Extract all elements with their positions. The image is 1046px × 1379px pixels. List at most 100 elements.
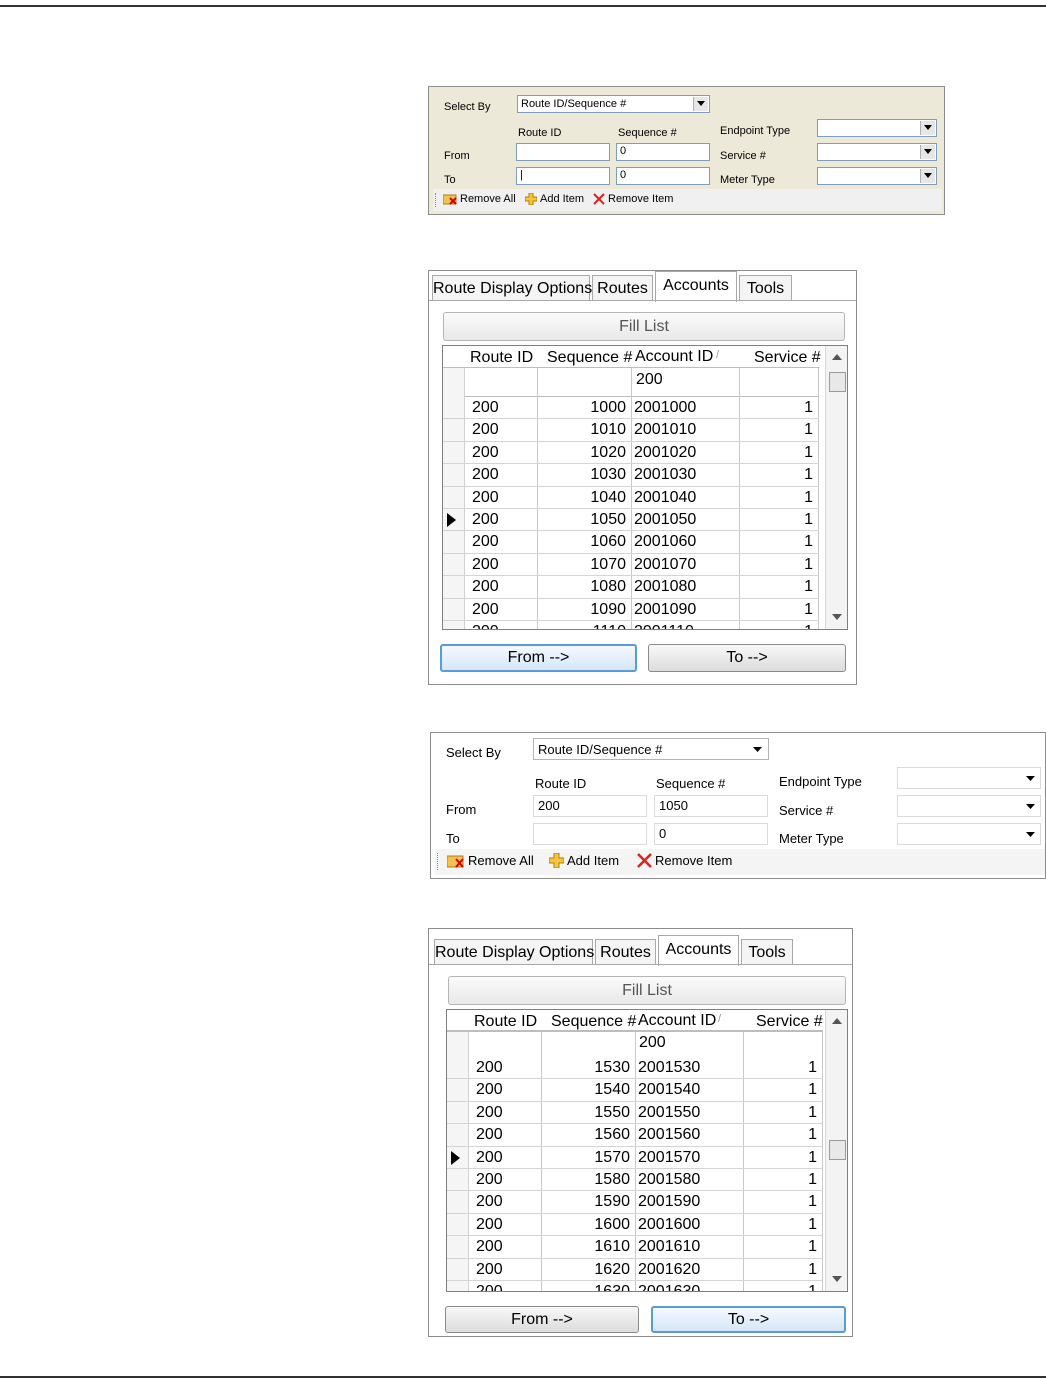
table-row[interactable]: 200 1540 2001540 1 bbox=[447, 1079, 823, 1102]
column-header-account-id[interactable]: Account ID bbox=[635, 348, 713, 366]
table-row[interactable]: 200 1560 2001560 1 bbox=[447, 1124, 823, 1147]
add-item-button[interactable]: Add Item bbox=[549, 853, 619, 868]
from-label: From bbox=[446, 802, 477, 817]
service-dropdown[interactable] bbox=[897, 795, 1041, 817]
sequence-cell: 1560 bbox=[594, 1126, 630, 1144]
filter-account-id[interactable]: 200 bbox=[636, 371, 663, 389]
vertical-scrollbar[interactable] bbox=[825, 1010, 847, 1291]
tab-accounts[interactable]: Accounts bbox=[658, 935, 739, 966]
tab-accounts[interactable]: Accounts bbox=[655, 271, 737, 302]
from-route-id-input[interactable]: 200 bbox=[533, 795, 647, 817]
endpoint-type-dropdown[interactable] bbox=[817, 119, 937, 137]
scroll-thumb[interactable] bbox=[829, 372, 846, 392]
route-id-cell: 200 bbox=[472, 511, 499, 528]
meter-type-label: Meter Type bbox=[720, 174, 775, 186]
to-button[interactable]: To --> bbox=[648, 644, 846, 672]
scroll-up-icon[interactable] bbox=[832, 354, 842, 360]
table-row[interactable]: 200 1590 2001590 1 bbox=[447, 1191, 823, 1214]
scroll-down-icon[interactable] bbox=[832, 1276, 842, 1282]
account-id-cell: 2001550 bbox=[638, 1103, 701, 1121]
to-route-id-input[interactable] bbox=[533, 823, 647, 845]
tab-route-display-options[interactable]: Route Display Options bbox=[432, 275, 592, 301]
tab-tools[interactable]: Tools bbox=[741, 939, 793, 965]
chevron-down-icon[interactable] bbox=[1026, 804, 1035, 809]
table-row[interactable]: 200 1020 2001020 1 bbox=[443, 442, 819, 465]
folder-remove-icon bbox=[447, 855, 464, 868]
table-row[interactable]: 200 1550 2001550 1 bbox=[447, 1102, 823, 1125]
account-id-cell: 2001030 bbox=[634, 466, 697, 484]
to-button[interactable]: To --> bbox=[651, 1306, 846, 1333]
from-route-id-input[interactable] bbox=[516, 143, 610, 161]
vertical-scrollbar[interactable] bbox=[825, 346, 847, 629]
endpoint-type-dropdown[interactable] bbox=[897, 767, 1041, 789]
table-row[interactable]: 200 1580 2001580 1 bbox=[447, 1169, 823, 1192]
scroll-up-icon[interactable] bbox=[832, 1018, 842, 1024]
column-header-service[interactable]: Service # bbox=[754, 349, 821, 367]
remove-item-button[interactable]: Remove Item bbox=[593, 193, 673, 205]
tab-route-display-options[interactable]: Route Display Options bbox=[434, 939, 594, 965]
account-id-cell: 2001050 bbox=[634, 511, 697, 528]
remove-all-button[interactable]: Remove All bbox=[447, 853, 534, 868]
route-id-cell: 200 bbox=[476, 1171, 503, 1188]
meter-type-dropdown[interactable] bbox=[897, 823, 1041, 845]
to-route-id-input[interactable]: | bbox=[516, 167, 610, 185]
chevron-down-icon[interactable] bbox=[920, 145, 935, 159]
select-by-dropdown[interactable]: Route ID/Sequence # bbox=[533, 738, 769, 760]
table-row[interactable]: 200 1530 2001530 1 bbox=[447, 1057, 823, 1080]
table-row[interactable]: 200 1070 2001070 1 bbox=[443, 554, 819, 577]
tab-tools[interactable]: Tools bbox=[739, 275, 792, 301]
table-row[interactable]: 200 1600 2001600 1 bbox=[447, 1214, 823, 1237]
route-id-cell: 200 bbox=[476, 1215, 503, 1233]
scroll-thumb[interactable] bbox=[829, 1140, 846, 1160]
service-cell: 1 bbox=[808, 1193, 817, 1211]
account-id-cell: 2001630 bbox=[638, 1283, 701, 1292]
remove-all-button[interactable]: Remove All bbox=[443, 193, 516, 205]
table-row[interactable]: 200 1610 2001610 1 bbox=[447, 1236, 823, 1259]
to-label: To bbox=[446, 831, 460, 846]
table-row[interactable]: 200 1000 2001000 1 bbox=[443, 397, 819, 420]
meter-type-label: Meter Type bbox=[779, 831, 844, 846]
remove-item-button[interactable]: Remove Item bbox=[637, 853, 732, 868]
table-row[interactable]: 200 1630 2001630 1 bbox=[447, 1281, 823, 1292]
account-id-cell: 2001090 bbox=[634, 600, 697, 618]
chevron-down-icon[interactable] bbox=[753, 747, 762, 752]
from-sequence-input[interactable]: 1050 bbox=[654, 795, 768, 817]
service-dropdown[interactable] bbox=[817, 143, 937, 161]
to-sequence-input[interactable]: 0 bbox=[654, 823, 768, 845]
table-row[interactable]: 200 1080 2001080 1 bbox=[443, 576, 819, 599]
route-id-label: Route ID bbox=[518, 127, 562, 139]
chevron-down-icon[interactable] bbox=[920, 121, 935, 135]
table-row[interactable]: 200 1010 2001010 1 bbox=[443, 419, 819, 442]
from-sequence-input[interactable]: 0 bbox=[616, 143, 710, 161]
meter-type-dropdown[interactable] bbox=[817, 167, 937, 185]
to-sequence-input[interactable]: 0 bbox=[616, 167, 710, 185]
sequence-cell: 1110 bbox=[538, 622, 629, 629]
fill-list-button[interactable]: Fill List bbox=[443, 312, 845, 341]
column-header-sequence[interactable]: Sequence # bbox=[547, 349, 632, 367]
add-item-button[interactable]: Add Item bbox=[525, 193, 584, 205]
from-button[interactable]: From --> bbox=[445, 1306, 639, 1333]
table-row[interactable]: 200 1090 2001090 1 bbox=[443, 599, 819, 621]
sequence-cell: 1580 bbox=[594, 1171, 630, 1188]
table-row[interactable]: 200 1570 2001570 1 bbox=[447, 1147, 823, 1169]
sequence-cell: 1070 bbox=[590, 555, 626, 573]
chevron-down-icon[interactable] bbox=[920, 169, 935, 183]
service-cell: 1 bbox=[804, 533, 813, 551]
table-row[interactable]: 200 1060 2001060 1 bbox=[443, 531, 819, 554]
account-id-cell: 2001600 bbox=[638, 1215, 701, 1233]
table-row[interactable]: 200111020011101 bbox=[443, 621, 819, 629]
table-row[interactable]: 200 1040 2001040 1 bbox=[443, 487, 819, 509]
scroll-down-icon[interactable] bbox=[832, 614, 842, 620]
tab-routes[interactable]: Routes bbox=[595, 939, 656, 965]
fill-list-button[interactable]: Fill List bbox=[448, 976, 846, 1005]
chevron-down-icon[interactable] bbox=[1026, 776, 1035, 781]
select-by-dropdown[interactable]: Route ID/Sequence # bbox=[517, 95, 710, 113]
tab-routes[interactable]: Routes bbox=[592, 275, 653, 301]
table-row[interactable]: 200 1620 2001620 1 bbox=[447, 1259, 823, 1281]
column-header-route-id[interactable]: Route ID bbox=[470, 349, 533, 367]
chevron-down-icon[interactable] bbox=[1026, 832, 1035, 837]
table-row[interactable]: 200 1050 2001050 1 bbox=[443, 509, 819, 532]
from-button[interactable]: From --> bbox=[440, 644, 637, 672]
chevron-down-icon[interactable] bbox=[693, 97, 708, 111]
table-row[interactable]: 200 1030 2001030 1 bbox=[443, 464, 819, 487]
